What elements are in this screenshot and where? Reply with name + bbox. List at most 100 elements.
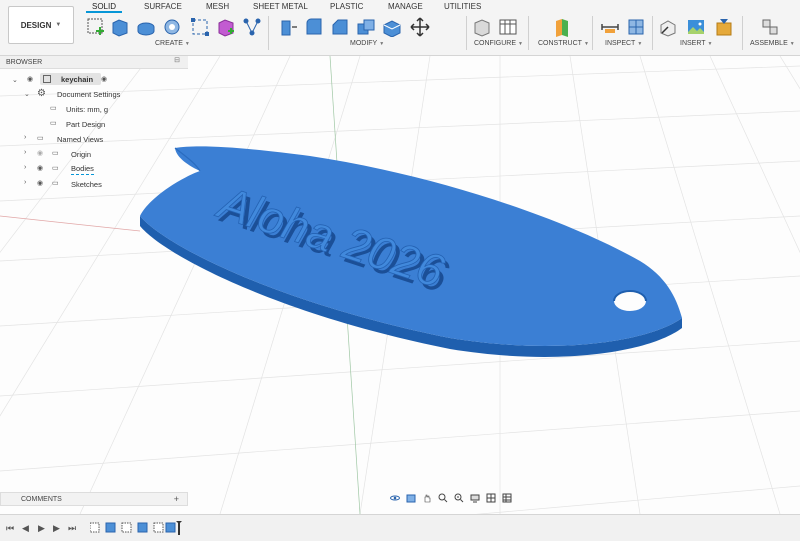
- workspace-switcher[interactable]: DESIGN ▼: [8, 6, 74, 44]
- insert-mcmaster-icon[interactable]: [714, 17, 734, 37]
- new-sketch-icon[interactable]: [86, 17, 106, 37]
- browser-item-document-settings[interactable]: Document Settings: [57, 88, 120, 100]
- comments-label: COMMENTS: [21, 495, 62, 503]
- browser-item-origin[interactable]: Origin: [71, 148, 91, 160]
- insert-image-icon[interactable]: [686, 17, 706, 37]
- viewports-icon[interactable]: [502, 493, 512, 503]
- section-analysis-icon[interactable]: [626, 17, 646, 37]
- press-pull-icon[interactable]: [278, 17, 298, 37]
- active-tab-indicator: [86, 11, 122, 13]
- tab-manage[interactable]: MANAGE: [388, 2, 423, 11]
- display-settings-icon[interactable]: [470, 493, 480, 503]
- orbit-icon[interactable]: [390, 493, 400, 503]
- gear-icon: ⚙: [37, 88, 46, 99]
- group-inspect[interactable]: INSPECT ▼: [605, 40, 642, 47]
- group-assemble-label: ASSEMBLE: [750, 40, 788, 47]
- folder-icon: ▭: [37, 135, 44, 142]
- group-inspect-label: INSPECT: [605, 40, 636, 47]
- visibility-eye-icon[interactable]: ◉: [37, 179, 43, 187]
- expand-chevron-icon[interactable]: ⌄: [12, 76, 18, 84]
- group-modify[interactable]: MODIFY ▼: [350, 40, 384, 47]
- play-icon[interactable]: ▶: [38, 523, 45, 534]
- timeline-features[interactable]: [90, 521, 190, 535]
- rectangle-pattern-icon[interactable]: [190, 17, 210, 37]
- zoom-icon[interactable]: [438, 493, 448, 503]
- browser-item-named-views[interactable]: Named Views: [57, 133, 103, 145]
- timeline-sketch-icon: [90, 522, 100, 533]
- group-create[interactable]: CREATE ▼: [155, 40, 190, 47]
- fillet-icon[interactable]: [304, 17, 324, 37]
- tab-surface[interactable]: SURFACE: [144, 2, 182, 11]
- browser-item-label: Origin: [71, 149, 92, 159]
- group-construct[interactable]: CONSTRUCT ▼: [538, 40, 589, 47]
- chamfer-icon[interactable]: [330, 17, 350, 37]
- move-icon[interactable]: [410, 17, 430, 37]
- combine-icon[interactable]: [356, 17, 376, 37]
- create-base-feature-icon[interactable]: [242, 17, 262, 37]
- component-icon: [43, 75, 51, 83]
- configure-table-icon[interactable]: [498, 17, 518, 37]
- activate-radio-icon[interactable]: ◉: [101, 75, 107, 83]
- chevron-down-icon: ▼: [55, 22, 62, 28]
- expand-chevron-icon[interactable]: ›: [24, 149, 26, 156]
- measure-icon[interactable]: [600, 17, 620, 37]
- fit-icon[interactable]: [454, 493, 464, 503]
- extrude-icon[interactable]: [110, 17, 130, 37]
- visibility-eye-icon[interactable]: ◉: [27, 75, 33, 83]
- browser-item-keychain[interactable]: keychain: [40, 73, 102, 85]
- browser-title: BROWSER: [6, 58, 43, 66]
- construct-plane-icon[interactable]: [552, 17, 572, 37]
- group-modify-label: MODIFY: [350, 40, 378, 47]
- chevron-down-icon: ▼: [518, 41, 523, 47]
- document-icon: ▭: [50, 105, 57, 112]
- timeline-sketch-icon: [121, 522, 132, 533]
- insert-derive-icon[interactable]: [658, 17, 678, 37]
- pan-icon[interactable]: [422, 493, 432, 503]
- browser-item-label: Bodies: [71, 164, 94, 173]
- tab-utilities[interactable]: UTILITIES: [444, 2, 481, 11]
- sweep-icon[interactable]: [162, 17, 182, 37]
- go-to-start-icon[interactable]: ⏮: [6, 523, 14, 534]
- create-form-icon[interactable]: [216, 17, 236, 37]
- chevron-down-icon: ▼: [583, 41, 589, 47]
- browser-item-part-design[interactable]: Part Design: [66, 118, 105, 130]
- toolbar: DESIGN ▼ SOLID SURFACE MESH SHEET METAL P…: [0, 0, 800, 56]
- revolve-icon[interactable]: [136, 17, 156, 37]
- collapse-panel-icon[interactable]: ⊟: [174, 56, 180, 64]
- shell-icon[interactable]: [382, 17, 402, 37]
- tab-sheet-metal[interactable]: SHEET METAL: [253, 2, 308, 11]
- visibility-eye-icon[interactable]: ◉: [37, 164, 43, 172]
- group-assemble[interactable]: ASSEMBLE ▼: [750, 40, 795, 47]
- look-at-icon[interactable]: [406, 493, 416, 503]
- browser-header[interactable]: BROWSER ⊟: [0, 56, 188, 69]
- expand-chevron-icon[interactable]: ⌄: [24, 90, 30, 98]
- tab-plastic[interactable]: PLASTIC: [330, 2, 363, 11]
- expand-chevron-icon[interactable]: ›: [24, 134, 26, 141]
- chevron-down-icon: ▼: [707, 41, 713, 47]
- configure-box-icon[interactable]: [472, 17, 492, 37]
- go-to-end-icon[interactable]: ⏭: [68, 523, 76, 534]
- browser-item-bodies[interactable]: Bodies: [71, 163, 94, 175]
- folder-icon: ▭: [52, 180, 59, 187]
- browser-item-label: Sketches: [71, 179, 102, 189]
- tab-mesh[interactable]: MESH: [206, 2, 229, 11]
- hidden-eye-icon[interactable]: ◉: [37, 149, 43, 157]
- toolbar-separator: [528, 16, 529, 50]
- browser-item-units[interactable]: Units: mm, g: [66, 103, 108, 115]
- assemble-joint-icon[interactable]: [760, 17, 780, 37]
- expand-chevron-icon[interactable]: ›: [24, 164, 26, 171]
- comments-panel[interactable]: COMMENTS +: [0, 492, 188, 506]
- tab-solid[interactable]: SOLID: [92, 2, 116, 11]
- browser-item-sketches[interactable]: Sketches: [71, 178, 102, 190]
- chevron-down-icon: ▼: [789, 41, 795, 47]
- step-forward-icon[interactable]: ▶: [53, 523, 60, 534]
- browser-item-label: Document Settings: [57, 89, 121, 99]
- add-comment-icon[interactable]: +: [174, 494, 179, 504]
- expand-chevron-icon[interactable]: ›: [24, 179, 26, 186]
- grid-settings-icon[interactable]: [486, 493, 496, 503]
- group-insert[interactable]: INSERT ▼: [680, 40, 713, 47]
- group-configure[interactable]: CONFIGURE ▼: [474, 40, 523, 47]
- step-back-icon[interactable]: ◀: [22, 523, 29, 534]
- group-insert-label: INSERT: [680, 40, 706, 47]
- toolbar-separator: [466, 16, 467, 50]
